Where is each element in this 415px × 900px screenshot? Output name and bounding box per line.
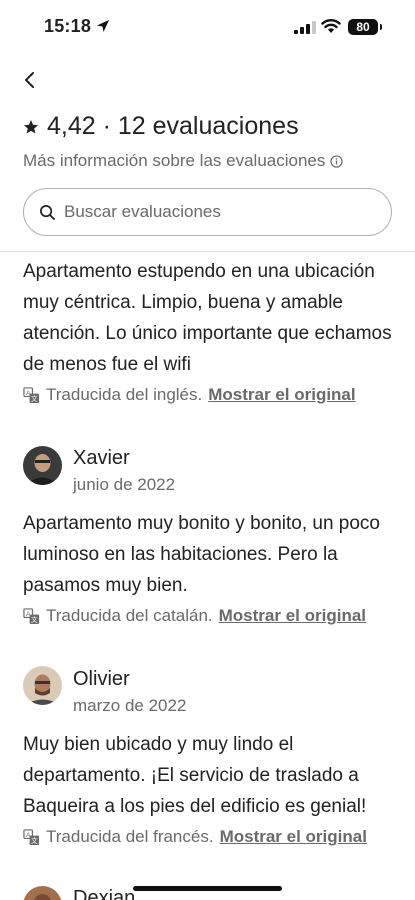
status-bar: 15:18 80 — [0, 0, 415, 56]
location-arrow-icon — [97, 20, 109, 32]
show-original-link[interactable]: Mostrar el original — [220, 827, 367, 847]
rating-title: 4,42 · 12 evaluaciones — [47, 112, 299, 140]
svg-text:文: 文 — [31, 394, 38, 403]
translation-label: Traducida del catalán. — [46, 606, 213, 625]
rating-header: 4,42 · 12 evaluaciones — [23, 112, 299, 141]
translate-icon: A 文 — [23, 607, 40, 624]
reviewer-name: Dexian — [73, 887, 136, 900]
translation-note: A 文 Traducida del francés. Mostrar el or… — [23, 827, 367, 847]
review-text: Apartamento muy bonito y bonito, un poco… — [23, 513, 381, 596]
review-text: Apartamento estupendo en una ubicación m… — [23, 261, 392, 375]
review-date: marzo de 2022 — [73, 696, 187, 715]
translation-note: A 文 Traducida del inglés. Mostrar el ori… — [23, 385, 356, 405]
translation-label: Traducida del inglés. — [46, 385, 203, 404]
show-original-link[interactable]: Mostrar el original — [208, 385, 355, 405]
translate-icon: A 文 — [23, 828, 40, 845]
translate-icon: A 文 — [23, 386, 40, 403]
svg-text:文: 文 — [31, 836, 38, 845]
battery-indicator: 80 — [348, 19, 382, 35]
more-info-link[interactable]: Más información sobre las evaluaciones — [23, 151, 344, 171]
avatar[interactable] — [23, 666, 62, 705]
show-original-link[interactable]: Mostrar el original — [219, 606, 366, 626]
reviewer-name: Olivier — [73, 668, 130, 690]
avatar[interactable] — [23, 446, 62, 485]
search-input[interactable] — [64, 202, 364, 222]
translation-label: Traducida del francés. — [46, 827, 214, 846]
info-icon — [330, 154, 344, 168]
svg-text:文: 文 — [31, 615, 38, 624]
more-info-label: Más información sobre las evaluaciones — [23, 151, 326, 170]
star-icon — [23, 119, 39, 134]
back-chevron-icon[interactable] — [20, 70, 40, 90]
avatar[interactable] — [23, 886, 62, 900]
reviewer-name: Xavier — [73, 447, 130, 469]
cellular-signal-icon — [294, 21, 316, 34]
header-divider — [0, 251, 415, 252]
status-time: 15:18 — [44, 16, 92, 36]
translation-note: A 文 Traducida del catalán. Mostrar el or… — [23, 606, 366, 626]
review-date: junio de 2022 — [73, 475, 176, 494]
search-bar[interactable] — [23, 188, 392, 236]
search-icon — [40, 204, 55, 220]
wifi-icon — [321, 19, 341, 33]
home-indicator[interactable] — [133, 886, 282, 891]
review-text: Muy bien ubicado y muy lindo el departam… — [23, 734, 367, 817]
